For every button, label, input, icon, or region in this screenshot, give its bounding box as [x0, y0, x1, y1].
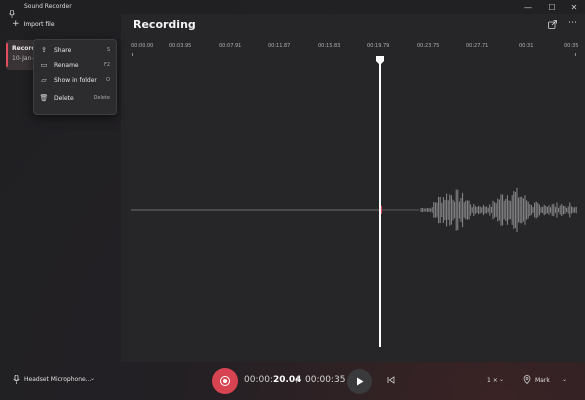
- playback-speed[interactable]: 1 ×: [487, 377, 498, 384]
- record-button[interactable]: [212, 368, 238, 394]
- microphone-icon: [13, 374, 20, 386]
- current-time-prefix: 00:00:: [244, 375, 273, 385]
- maximize-button[interactable]: ☐: [540, 0, 564, 14]
- title-bar: Sound Recorder — ☐ ✕: [0, 0, 585, 18]
- menu-item-shortcut: Delete: [93, 95, 110, 101]
- chevron-down-icon[interactable]: ⌄: [90, 375, 95, 382]
- menu-item-share[interactable]: ⇪ Share S: [34, 43, 116, 57]
- menu-item-show-in-folder[interactable]: ▱ Show in folder O: [34, 73, 116, 87]
- close-icon: ✕: [570, 2, 578, 12]
- menu-item-shortcut: O: [106, 77, 110, 83]
- location-pin-icon: [523, 375, 531, 386]
- menu-item-label: Delete: [54, 94, 74, 102]
- trash-icon: 🗑: [39, 94, 49, 102]
- mark-button[interactable]: Mark: [535, 377, 550, 384]
- total-duration: 00:00:35: [305, 375, 346, 385]
- time-separator: /: [296, 375, 300, 385]
- current-time: 00:00:20.04: [244, 375, 301, 385]
- skip-back-icon[interactable]: [387, 376, 395, 386]
- context-menu: ⇪ Share S ▭ Rename F2 ▱ Show in folder O…: [33, 39, 117, 115]
- playhead[interactable]: [379, 59, 381, 347]
- menu-item-delete[interactable]: 🗑 Delete Delete: [34, 91, 116, 105]
- record-icon: [220, 376, 230, 386]
- selection-indicator: [6, 43, 8, 67]
- main-panel: Recording ⋯ 00:00.00 00:03.95 00:07.91 0…: [121, 14, 585, 362]
- menu-item-label: Rename: [54, 61, 79, 69]
- import-file-label: Import file: [23, 20, 55, 28]
- folder-icon: ▱: [41, 76, 47, 84]
- menu-item-rename[interactable]: ▭ Rename F2: [34, 58, 116, 72]
- microphone-selector[interactable]: Headset Microphone...: [24, 376, 91, 383]
- menu-item-shortcut: S: [106, 47, 110, 53]
- app-title: Sound Recorder: [24, 3, 72, 10]
- chevron-down-icon[interactable]: ⌄: [562, 376, 567, 383]
- waveform[interactable]: [121, 14, 585, 362]
- playhead-handle[interactable]: [375, 56, 385, 65]
- menu-item-label: Show in folder: [54, 76, 97, 84]
- recording-date: 10-Jan-: [12, 55, 34, 62]
- close-button[interactable]: ✕: [562, 0, 585, 14]
- share-icon: ⇪: [41, 46, 47, 54]
- microphone-app-icon: [9, 3, 15, 18]
- player-bar: Headset Microphone... ⌄ 00:00:20.04 / 00…: [0, 362, 585, 400]
- plus-icon: +: [12, 19, 20, 29]
- minimize-icon: —: [524, 2, 532, 12]
- play-button[interactable]: [347, 369, 372, 394]
- import-file-button[interactable]: + Import file: [6, 17, 58, 31]
- menu-item-shortcut: F2: [103, 62, 110, 68]
- minimize-button[interactable]: —: [516, 0, 540, 14]
- play-icon: [356, 377, 363, 386]
- rename-icon: ▭: [40, 61, 48, 69]
- maximize-icon: ☐: [548, 2, 556, 12]
- chevron-down-icon[interactable]: ⌄: [499, 376, 504, 383]
- menu-item-label: Share: [54, 46, 72, 54]
